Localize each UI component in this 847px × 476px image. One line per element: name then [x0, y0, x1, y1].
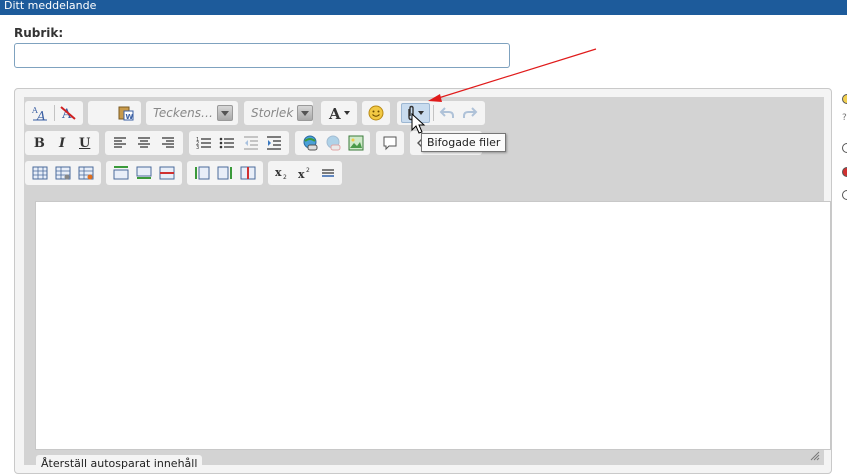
align-left-icon[interactable]	[109, 133, 131, 153]
font-family-select[interactable]: Teckens…	[149, 103, 234, 123]
toolbar-group-lists: 123	[189, 131, 289, 155]
attach-tooltip: Bifogade filer	[421, 133, 507, 152]
image-icon[interactable]	[345, 133, 366, 153]
text-color-icon[interactable]: A	[325, 103, 353, 123]
svg-text:A: A	[36, 109, 46, 121]
font-style-icon[interactable]: AA	[29, 103, 51, 123]
insert-row-after-icon[interactable]	[133, 163, 154, 183]
toolbar-group-rows	[106, 161, 182, 185]
delete-column-icon[interactable]	[238, 163, 259, 183]
font-family-value: Teckens…	[153, 106, 214, 120]
section-title: Ditt meddelande	[4, 0, 97, 12]
toolbar-group-font: Teckens…	[146, 101, 238, 125]
horizontal-rule-icon[interactable]	[317, 163, 338, 183]
status-icon	[842, 167, 847, 177]
restore-autosave-button[interactable]: Återställ autosparat innehåll	[36, 455, 203, 472]
toolbar-group-text-style: B I U	[25, 131, 99, 155]
delete-row-icon[interactable]	[157, 163, 178, 183]
svg-text:2: 2	[306, 167, 310, 174]
editor-toolbar-area: AA A W Teckens… Storlek A B I U 1 2 3 x …	[24, 97, 831, 472]
toolbar-group-size: Storlek	[244, 101, 314, 125]
italic-icon[interactable]: I	[52, 133, 73, 153]
align-right-icon[interactable]	[157, 133, 179, 153]
chevron-down-icon	[344, 111, 350, 115]
section-header: Ditt meddelande	[0, 0, 847, 15]
quote-icon[interactable]	[380, 133, 400, 153]
table-properties-icon[interactable]	[52, 163, 73, 183]
paste-word-icon[interactable]: W	[115, 103, 137, 123]
toolbar-group-script: x2 x2	[268, 161, 342, 185]
bold-icon[interactable]: B	[29, 133, 50, 153]
numbered-list-icon[interactable]: 123	[193, 133, 215, 153]
resize-handle-icon[interactable]	[808, 449, 820, 461]
link-icon[interactable]	[299, 133, 320, 153]
mouse-cursor-icon	[411, 113, 426, 134]
toolbar-group-links	[295, 131, 370, 155]
help-icon: ?	[842, 113, 847, 123]
insert-column-after-icon[interactable]	[214, 163, 235, 183]
chevron-down-icon[interactable]	[217, 105, 234, 121]
unlink-icon[interactable]	[322, 133, 343, 153]
status-icon	[842, 94, 847, 104]
undo-icon[interactable]	[437, 103, 458, 123]
underline-icon[interactable]: U	[74, 133, 95, 153]
editor-content-area[interactable]	[35, 201, 831, 450]
align-center-icon[interactable]	[133, 133, 155, 153]
redo-icon[interactable]	[460, 103, 481, 123]
status-icon	[842, 143, 847, 153]
subject-label: Rubrik:	[14, 26, 64, 40]
toolbar-group-paste: W	[88, 101, 141, 125]
insert-column-before-icon[interactable]	[191, 163, 212, 183]
svg-text:A: A	[328, 105, 341, 121]
insert-row-before-icon[interactable]	[110, 163, 131, 183]
indent-icon[interactable]	[264, 133, 286, 153]
svg-text:3: 3	[196, 145, 199, 150]
font-size-select[interactable]: Storlek	[247, 103, 314, 123]
bullet-list-icon[interactable]	[217, 133, 239, 153]
subscript-icon[interactable]: x2	[272, 163, 293, 183]
superscript-icon[interactable]: x2	[295, 163, 316, 183]
status-icon	[842, 190, 847, 200]
remove-format-icon[interactable]: A	[58, 103, 80, 123]
toolbar-group-columns	[187, 161, 263, 185]
toolbar-group-table	[25, 161, 101, 185]
smiley-icon[interactable]	[366, 103, 386, 123]
outdent-icon[interactable]	[240, 133, 262, 153]
toolbar-group-smiley	[362, 101, 390, 125]
toolbar-group-color: A	[321, 101, 357, 125]
toolbar-group-align	[105, 131, 183, 155]
svg-text:x: x	[275, 166, 282, 179]
svg-text:x: x	[298, 168, 305, 180]
font-size-value: Storlek	[251, 106, 294, 120]
table-delete-icon[interactable]	[76, 163, 97, 183]
chevron-down-icon[interactable]	[297, 105, 314, 121]
toolbar-group-quote	[376, 131, 404, 155]
svg-text:2: 2	[283, 174, 287, 180]
subject-input[interactable]	[14, 43, 510, 68]
toolbar-group-format: AA A	[25, 101, 83, 125]
table-icon[interactable]	[29, 163, 50, 183]
svg-text:W: W	[126, 113, 134, 121]
